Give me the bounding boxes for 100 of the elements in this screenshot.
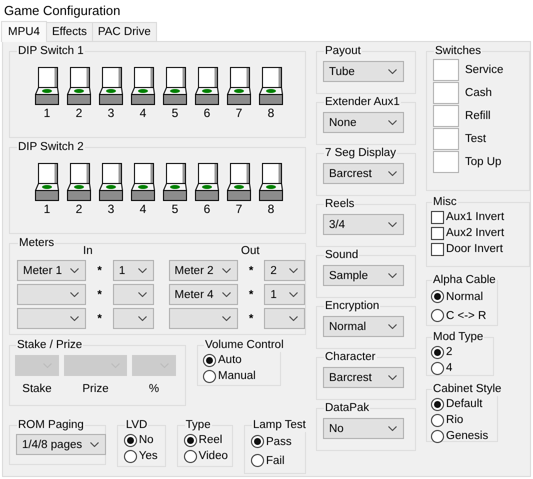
radio-label: Rio — [446, 413, 464, 427]
switch-label: Top Up — [465, 156, 502, 168]
dip-switch[interactable] — [259, 163, 283, 201]
group-label: DIP Switch 1 — [17, 44, 85, 58]
dip-switch[interactable] — [35, 163, 59, 201]
radio-button[interactable] — [203, 354, 216, 366]
radio-label: No — [138, 433, 154, 447]
switch-number: 3 — [108, 201, 114, 217]
dip-switch[interactable] — [131, 67, 155, 105]
dropdown[interactable]: Tube — [323, 61, 404, 82]
checkbox[interactable] — [431, 242, 444, 256]
radio-button[interactable] — [251, 454, 264, 467]
toggle-button[interactable] — [433, 82, 460, 104]
radio-label: Genesis — [446, 429, 488, 443]
toggle-button[interactable] — [433, 58, 460, 80]
dip-switch[interactable] — [163, 163, 187, 201]
dip-switch[interactable] — [163, 67, 187, 105]
chevron-down-icon — [388, 375, 397, 380]
dip-switch[interactable] — [35, 67, 59, 105]
radio-label: Default — [446, 397, 482, 411]
switch-number: 5 — [172, 201, 178, 217]
column-label: In — [83, 245, 93, 258]
radio-button[interactable] — [184, 450, 197, 462]
checkbox-label: Door Invert — [446, 242, 503, 256]
dip-switch[interactable] — [67, 163, 91, 201]
checkbox[interactable] — [431, 210, 444, 224]
switch-number: 4 — [140, 201, 146, 217]
radio-button[interactable] — [431, 309, 444, 322]
radio-button[interactable] — [431, 414, 444, 426]
chevron-down-icon — [388, 426, 397, 431]
checkbox-label: Aux2 Invert — [446, 226, 504, 240]
dropdown[interactable]: 2 — [264, 260, 305, 281]
toggle-button[interactable] — [433, 150, 460, 172]
checkbox[interactable] — [431, 226, 444, 240]
switch-number: 2 — [76, 201, 82, 217]
group-label: Sound — [324, 248, 360, 262]
multiply-sign: * — [96, 264, 103, 276]
toggle-button[interactable] — [433, 128, 460, 150]
dropdown[interactable]: Sample — [323, 265, 404, 286]
switch-number: 3 — [108, 105, 114, 121]
dropdown[interactable]: 1/4/8 pages — [16, 434, 106, 455]
radio-button[interactable] — [124, 450, 137, 462]
toggle-button[interactable] — [433, 104, 460, 126]
switch-number: 7 — [236, 105, 242, 121]
group-label: Lamp Test — [252, 418, 307, 432]
dropdown[interactable]: Barcrest — [323, 367, 404, 388]
field-label: % — [148, 382, 160, 396]
radio-button[interactable] — [124, 434, 137, 446]
dip-switch[interactable] — [99, 163, 123, 201]
switch-number: 4 — [140, 105, 146, 121]
chevron-down-icon — [70, 268, 80, 273]
dropdown[interactable]: 1 — [264, 284, 305, 305]
radio-button[interactable] — [431, 430, 444, 442]
radio-label: Manual — [218, 369, 256, 383]
chevron-down-icon — [70, 316, 80, 321]
radio-label: Video — [198, 449, 228, 463]
dropdown[interactable]: No — [323, 418, 404, 439]
dropdown[interactable]: Meter 2 — [168, 260, 238, 281]
dip-switch[interactable] — [227, 67, 251, 105]
dip-switch[interactable] — [131, 163, 155, 201]
switch-number: 6 — [204, 201, 210, 217]
chevron-down-icon — [90, 442, 99, 447]
radio-button[interactable] — [431, 398, 444, 410]
chevron-down-icon — [289, 316, 298, 321]
dip-switch[interactable] — [227, 163, 251, 201]
dropdown[interactable]: 1 — [112, 260, 154, 281]
group-label: LVD — [124, 418, 148, 432]
radio-button[interactable] — [203, 370, 216, 382]
checkbox-label: Aux1 Invert — [446, 210, 504, 224]
tab[interactable]: PAC Drive — [92, 22, 157, 41]
dropdown[interactable]: Meter 1 — [17, 260, 86, 281]
chevron-down-icon — [388, 120, 397, 125]
radio-button[interactable] — [251, 435, 264, 448]
dropdown[interactable]: Normal — [323, 316, 404, 337]
radio-button[interactable] — [431, 362, 444, 374]
dip-switch[interactable] — [195, 67, 219, 105]
dip-switch[interactable] — [259, 67, 283, 105]
field-label: Prize — [82, 382, 109, 396]
radio-button[interactable] — [431, 346, 444, 358]
chevron-down-icon — [138, 292, 146, 297]
radio-button[interactable] — [184, 434, 197, 446]
radio-label: Pass — [266, 434, 292, 448]
group-label: Cabinet Style — [432, 382, 502, 396]
dip-switch[interactable] — [195, 163, 219, 201]
radio-label: Normal — [446, 290, 484, 304]
group-label: Character — [324, 350, 376, 364]
dip-switch[interactable] — [99, 67, 123, 105]
tab[interactable]: MPU4 — [1, 21, 47, 42]
switch-label: Cash — [465, 86, 492, 98]
dropdown[interactable]: Barcrest — [323, 163, 404, 184]
tab[interactable]: Effects — [46, 22, 93, 41]
dropdown[interactable]: None — [323, 112, 404, 133]
radio-label: 4 — [446, 361, 452, 375]
group-label: 7 Seg Display — [324, 146, 397, 160]
dropdown[interactable]: Meter 4 — [168, 284, 238, 305]
group-label: ROM Paging — [17, 418, 85, 432]
radio-button[interactable] — [431, 290, 444, 303]
switch-number: 2 — [76, 105, 82, 121]
dropdown[interactable]: 3/4 — [323, 214, 404, 235]
dip-switch[interactable] — [67, 67, 91, 105]
